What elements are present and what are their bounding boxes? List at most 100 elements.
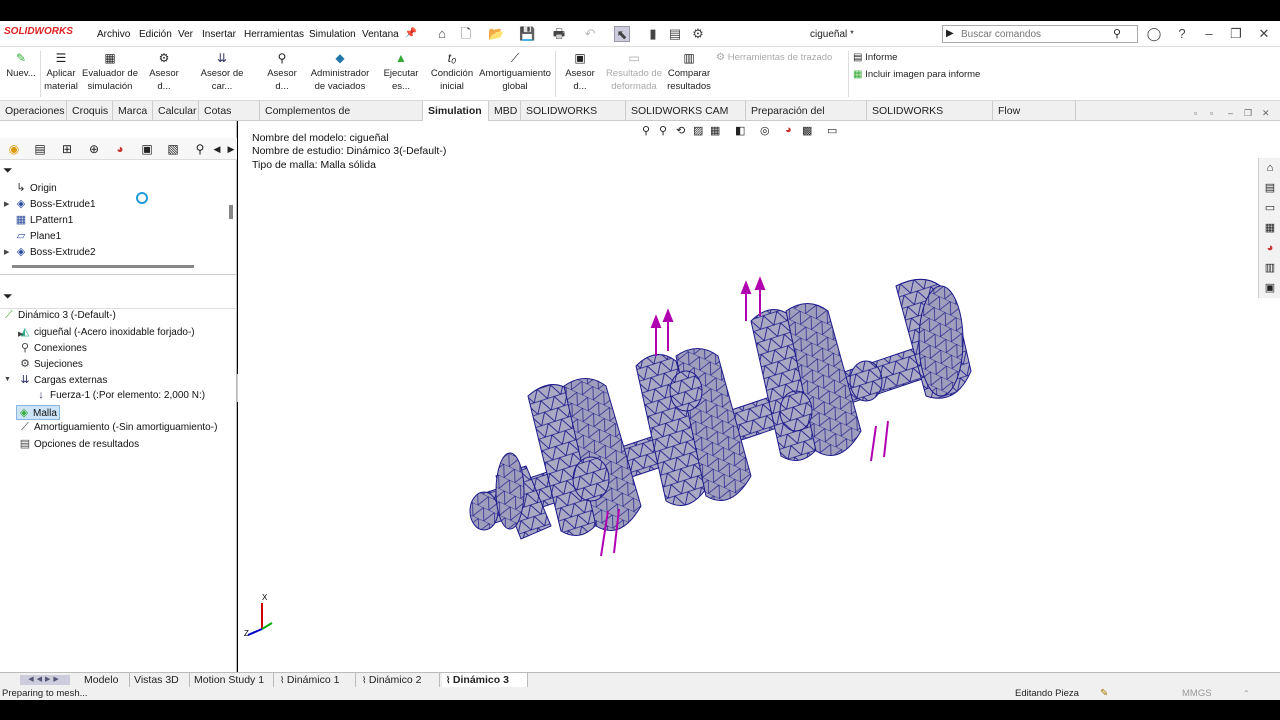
- display-manager-icon[interactable]: ◕: [112, 141, 128, 157]
- crankshaft-mesh-model[interactable]: [466, 261, 996, 581]
- user-icon[interactable]: ◯: [1146, 26, 1162, 42]
- tab-solidworks-cam[interactable]: SOLIDWORKS CAM: [521, 101, 626, 137]
- tree-hscrollbar[interactable]: [12, 265, 194, 268]
- pin-icon[interactable]: 📌: [403, 26, 419, 42]
- window-close-icon[interactable]: ✕: [1262, 108, 1270, 119]
- resultado-deformada-button[interactable]: ▭ Resultado de deformada: [606, 51, 662, 93]
- zoom-fit-icon[interactable]: ⚲: [642, 124, 650, 137]
- expand-arrow-icon[interactable]: ▶: [4, 200, 9, 208]
- bottom-tab-vistas-3d[interactable]: Vistas 3D: [130, 673, 190, 687]
- bottom-tab-motion-study-1[interactable]: Motion Study 1: [190, 673, 274, 687]
- chevron-up-icon[interactable]: ⌃: [1243, 687, 1250, 700]
- condicion-inicial-button[interactable]: t₀ Condición inicial: [430, 51, 474, 93]
- comparar-resultados-button[interactable]: ▥ Comparar resultados: [666, 51, 712, 93]
- solidworks-resources-icon[interactable]: ⌂: [1262, 160, 1278, 176]
- close-icon[interactable]: ✕: [1256, 26, 1272, 42]
- print-icon[interactable]: 🖶: [551, 26, 567, 42]
- menu-insertar[interactable]: Insertar: [202, 29, 236, 40]
- administrador-vaciados-button[interactable]: ◆ Administrador de vaciados: [309, 51, 371, 93]
- informe-button[interactable]: ▤ Informe: [853, 51, 897, 64]
- graphics-area[interactable]: Nombre del modelo: cigueñal Nombre de es…: [238, 108, 1280, 672]
- feature-tree-item[interactable]: ◈ Boss-Extrude2: [14, 245, 96, 258]
- tab-calcular[interactable]: Calcular: [153, 101, 199, 121]
- minimize-icon[interactable]: –: [1201, 26, 1217, 42]
- evaluador-simulacion-button[interactable]: ▦ Evaluador de simulación: [82, 51, 138, 93]
- simulation-tree-icon[interactable]: ⚲: [192, 141, 208, 157]
- previous-view-icon[interactable]: ⟲: [676, 124, 685, 137]
- units-indicator[interactable]: MMGS: [1182, 687, 1212, 700]
- bottom-tab-din-mico-2[interactable]: ⌇ Dinámico 2: [358, 673, 440, 687]
- tab-croquis[interactable]: Croquis: [67, 101, 113, 121]
- bottom-tab-din-mico-1[interactable]: ⌇ Dinámico 1: [276, 673, 356, 687]
- feature-manager-icon[interactable]: ◉: [6, 141, 22, 157]
- ejecutar-estudio-button[interactable]: ▲ Ejecutar es...: [375, 51, 427, 93]
- menu-edicion[interactable]: Edición: [139, 29, 172, 40]
- menu-ventana[interactable]: Ventana: [362, 29, 399, 40]
- inspection-icon[interactable]: ▧: [165, 141, 181, 157]
- study-tree-cargas[interactable]: ⇊ Cargas externas: [18, 373, 107, 386]
- section-view-icon[interactable]: ▨: [693, 124, 703, 137]
- tab-navigation-arrows[interactable]: ◀◀▶▶: [20, 675, 70, 685]
- dimxpert-icon[interactable]: ⊕: [86, 141, 102, 157]
- custom-properties-icon[interactable]: ▥: [1262, 260, 1278, 276]
- study-tree-study[interactable]: ⟋ Dinámico 3 (-Default-): [2, 309, 116, 322]
- select-cursor-icon[interactable]: ⬉: [614, 26, 630, 42]
- tab-flow-simulation[interactable]: Flow Simulation: [993, 101, 1076, 137]
- feature-tree-item[interactable]: ◈ Boss-Extrude1: [14, 197, 96, 210]
- study-tree-amortiguamiento[interactable]: ⟋ Amortiguamiento (-Sin amortiguamiento-): [18, 421, 217, 434]
- tab-cotas-mbd[interactable]: Cotas MBD: [199, 101, 260, 137]
- expand-arrow-icon[interactable]: ▶: [18, 330, 23, 338]
- configuration-manager-icon[interactable]: ⊞: [59, 141, 75, 157]
- feature-tree-item[interactable]: ▱ Plane1: [14, 229, 61, 242]
- appearances-icon[interactable]: ◕: [1262, 240, 1278, 256]
- new-study-button[interactable]: ✎ Nuev...: [5, 51, 37, 80]
- search-input[interactable]: [961, 29, 1111, 40]
- asesor-estudio-button[interactable]: ⚙ Asesor d...: [142, 51, 186, 93]
- file-explorer-icon[interactable]: ▭: [1262, 200, 1278, 216]
- view-orientation-icon[interactable]: ◧: [735, 124, 745, 137]
- forum-icon[interactable]: ▣: [1262, 280, 1278, 296]
- expand-arrow-icon[interactable]: ▼: [4, 376, 11, 383]
- study-tree-opciones[interactable]: ▤ Opciones de resultados: [18, 437, 139, 450]
- design-library-icon[interactable]: ▤: [1262, 180, 1278, 196]
- incluir-imagen-button[interactable]: ▦ Incluir imagen para informe: [853, 68, 980, 81]
- menu-ver[interactable]: Ver: [178, 29, 193, 40]
- help-icon[interactable]: ?: [1174, 26, 1190, 42]
- asesor-conexiones-button[interactable]: ⚲ Asesor d...: [260, 51, 304, 93]
- undo-icon[interactable]: ↶: [582, 26, 598, 42]
- open-icon[interactable]: 📂: [488, 26, 504, 42]
- appearance-icon[interactable]: ◕: [785, 124, 792, 136]
- feature-tree-item[interactable]: ↳ Origin: [14, 181, 56, 194]
- cam-manager-icon[interactable]: ▣: [139, 141, 155, 157]
- asesor-cargas-button[interactable]: ⇊ Asesor de car...: [190, 51, 254, 93]
- window-minimize-icon[interactable]: –: [1228, 108, 1233, 118]
- solidworks-logo[interactable]: SOLIDWORKS: [4, 26, 73, 37]
- asesor-resultados-button[interactable]: ▣ Asesor d...: [558, 51, 602, 93]
- tab-marca[interactable]: Marca: [113, 101, 153, 121]
- scene-icon[interactable]: ▩: [802, 124, 812, 137]
- traffic-light-icon[interactable]: ▮: [645, 26, 661, 42]
- tab-operaciones[interactable]: Operaciones: [0, 101, 67, 121]
- tab-solidworks-inspection[interactable]: SOLIDWORKS Inspection: [867, 101, 993, 137]
- search-box[interactable]: ▶ ⚲: [942, 25, 1138, 43]
- tab-mbd[interactable]: MBD: [489, 101, 521, 121]
- menu-herramientas[interactable]: Herramientas: [244, 29, 304, 40]
- herramientas-trazado-button[interactable]: ⚙ Herramientas de trazado: [716, 51, 844, 64]
- study-tree-malla[interactable]: ◈ Malla: [16, 405, 60, 420]
- gear-icon[interactable]: ⚙: [690, 26, 706, 42]
- window-restore-small-icon[interactable]: ▫: [1194, 108, 1197, 118]
- expand-arrow-icon[interactable]: ▶: [4, 248, 9, 256]
- study-filter-icon[interactable]: ⏷: [3, 289, 13, 304]
- restore-icon[interactable]: ❐: [1228, 26, 1244, 42]
- tree-scrollbar[interactable]: [229, 205, 233, 219]
- search-icon[interactable]: ⚲: [1113, 27, 1121, 40]
- zoom-area-icon[interactable]: ⚲: [659, 124, 667, 137]
- amortiguamiento-global-button[interactable]: ⟋ Amortiguamiento global: [478, 51, 552, 93]
- bottom-tab-modelo[interactable]: Modelo: [80, 673, 130, 687]
- dynamic-annotation-icon[interactable]: ▦: [710, 124, 720, 137]
- feature-tree-item[interactable]: ▦ LPattern1: [14, 213, 74, 226]
- study-tree-sujeciones[interactable]: ⚙ Sujeciones: [18, 357, 83, 370]
- tab-solidworks-cam-tbm[interactable]: SOLIDWORKS CAM TBM: [626, 101, 746, 137]
- menu-archivo[interactable]: Archivo: [97, 29, 130, 40]
- bottom-tab-din-mico-3[interactable]: ⌇ Dinámico 3: [442, 673, 528, 687]
